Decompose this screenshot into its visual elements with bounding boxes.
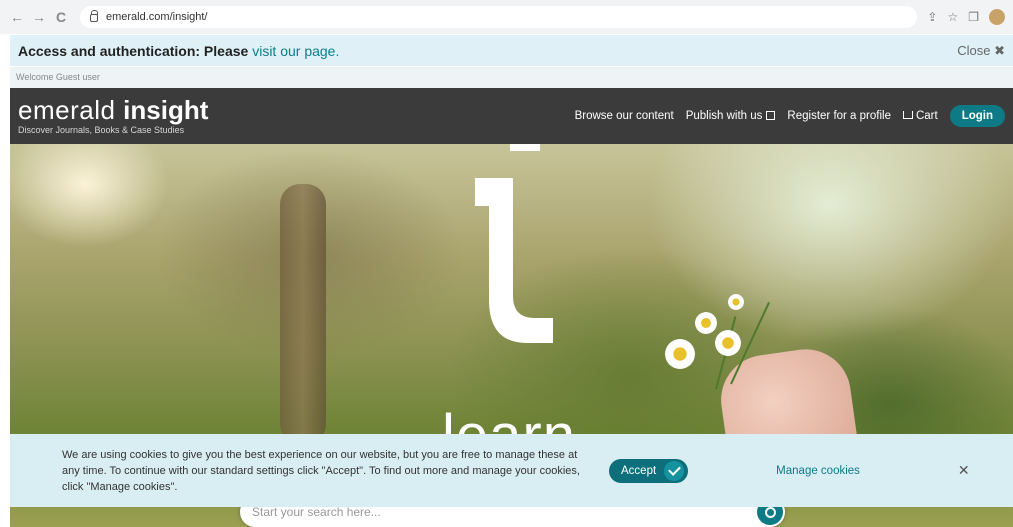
daisy-image: [728, 294, 744, 310]
access-notice-bar: Access and authentication: Please visit …: [10, 35, 1013, 66]
logo[interactable]: emerald insight Discover Journals, Books…: [18, 97, 208, 135]
manage-cookies-link[interactable]: Manage cookies: [776, 465, 860, 477]
browse-link[interactable]: Browse our content: [575, 110, 674, 122]
accept-cookies-button[interactable]: Accept: [609, 458, 689, 483]
lock-icon: [90, 10, 98, 22]
logo-light-text: emerald: [18, 95, 124, 125]
sidepanel-icon[interactable]: ❐: [968, 10, 979, 24]
address-bar[interactable]: emerald.com/insight/: [80, 6, 918, 28]
star-icon[interactable]: ☆: [947, 10, 958, 24]
browser-actions: ⇪ ☆ ❐: [927, 9, 1005, 25]
tree-trunk-image: [280, 184, 326, 444]
site-header: emerald insight Discover Journals, Books…: [10, 88, 1013, 144]
cart-label: Cart: [915, 110, 938, 122]
url-text: emerald.com/insight/: [106, 11, 208, 23]
cookie-close-icon[interactable]: ✕: [958, 462, 970, 479]
notice-close-button[interactable]: Close ✖: [957, 43, 1005, 59]
logo-bold-text: insight: [123, 95, 209, 125]
back-button[interactable]: ←: [8, 8, 26, 26]
notice-text: Access and authentication: Please visit …: [18, 43, 339, 59]
checkmark-icon: [664, 460, 685, 481]
forward-button[interactable]: →: [30, 8, 48, 26]
browser-toolbar: ← → C emerald.com/insight/ ⇪ ☆ ❐: [0, 0, 1013, 34]
login-button[interactable]: Login: [949, 105, 1005, 127]
reload-button[interactable]: C: [52, 8, 70, 26]
external-link-icon: [766, 111, 776, 120]
cookie-message: We are using cookies to give you the bes…: [62, 448, 580, 493]
daisy-image: [715, 330, 741, 356]
welcome-text: Welcome Guest user: [10, 67, 1013, 88]
search-input[interactable]: Start your search here...: [252, 505, 757, 519]
logo-tagline: Discover Journals, Books & Case Studies: [18, 125, 185, 135]
header-nav: Browse our content Publish with us Regis…: [575, 105, 1005, 127]
cookie-banner: We are using cookies to give you the bes…: [10, 434, 1013, 507]
share-icon[interactable]: ⇪: [927, 10, 937, 24]
hero-letter-graphic: [475, 178, 553, 343]
cart-icon: [902, 111, 913, 119]
accept-label: Accept: [621, 464, 657, 477]
profile-avatar[interactable]: [989, 9, 1005, 25]
publish-link[interactable]: Publish with us: [686, 110, 776, 122]
hero-letter-top: [510, 144, 540, 151]
daisy-image: [665, 339, 695, 369]
publish-label: Publish with us: [685, 110, 763, 122]
visit-page-link[interactable]: visit our page.: [252, 43, 339, 59]
register-link[interactable]: Register for a profile: [787, 110, 891, 122]
cart-link[interactable]: Cart: [902, 110, 938, 122]
notice-message: Access and authentication: Please: [18, 42, 253, 59]
daisy-image: [695, 312, 717, 334]
